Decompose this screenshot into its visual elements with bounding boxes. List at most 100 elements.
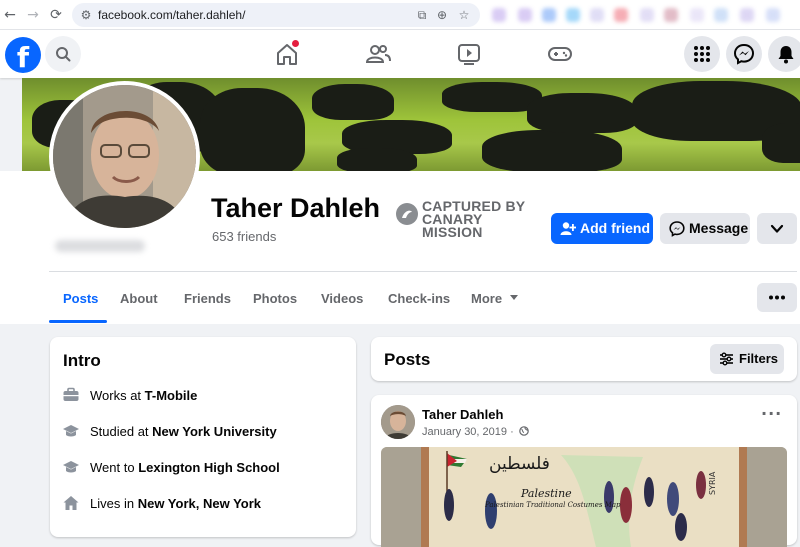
map-arabic-title: فلسطين [489,454,550,474]
graduation-cap-icon [63,425,79,437]
home-tab[interactable] [273,40,301,68]
facebook-top-nav: f [0,30,800,78]
zoom-icon[interactable]: ⊕ [434,7,450,23]
extension-icon[interactable] [740,8,754,22]
intro-college-link[interactable]: New York University [152,424,277,439]
extension-icon[interactable] [566,8,580,22]
map-english-title: Palestine [520,487,572,500]
canary-logo-icon [396,203,418,225]
graduation-cap-icon [63,461,79,473]
friends-tab[interactable] [364,40,392,68]
search-icon [56,47,71,62]
post-author-name[interactable]: Taher Dahleh [422,407,503,422]
intro-location-link[interactable]: New York, New York [138,496,261,511]
search-button[interactable] [45,36,81,72]
caret-down-icon [509,295,518,300]
tab-about[interactable]: About [120,291,158,306]
install-app-icon[interactable]: ⧉ [414,7,430,23]
tab-videos[interactable]: Videos [321,291,363,306]
profile-options-button[interactable] [757,283,797,312]
filters-button[interactable]: Filters [710,344,784,374]
gaming-tab[interactable] [546,40,574,68]
post-author-avatar[interactable] [381,405,415,439]
gamepad-icon [548,47,572,61]
post-date-text: January 30, 2019 · [422,426,514,438]
message-button[interactable]: Message [660,213,750,244]
bookmark-star-icon[interactable]: ☆ [456,7,472,23]
tab-friends[interactable]: Friends [184,291,231,306]
badge-line-2: CANARY MISSION [422,211,483,240]
profile-picture[interactable] [49,81,200,232]
profile-photo-image [53,85,196,228]
tab-posts[interactable]: Posts [63,291,98,306]
intro-highschool-link[interactable]: Lexington High School [138,460,280,475]
messenger-button[interactable] [726,36,762,72]
globe-icon [518,426,529,436]
intro-work-link[interactable]: T-Mobile [145,388,198,403]
extension-icon[interactable] [664,8,678,22]
post-image[interactable]: فلسطين Palestine Palestinian Traditional… [381,447,787,547]
map-syria-label: SYRIA [708,471,717,495]
add-friend-label: Add friend [580,220,650,236]
profile-name: Taher Dahleh [211,193,381,223]
url-text: facebook.com/taher.dahleh/ [98,8,246,22]
extension-icon[interactable] [492,8,506,22]
notifications-button[interactable] [768,36,800,72]
back-icon[interactable]: ← [2,7,18,23]
tab-photos[interactable]: Photos [253,291,297,306]
canary-mission-watermark: CAPTURED BY CANARY MISSION [394,199,544,239]
post-options-icon[interactable]: ··· [761,406,785,425]
posts-title: Posts [384,350,431,369]
extension-icon[interactable] [690,8,704,22]
extension-icon[interactable] [640,8,654,22]
extension-icon[interactable] [590,8,604,22]
messenger-icon [733,43,755,65]
intro-card: Intro Works at T-Mobile Studied at New Y… [50,337,356,537]
posts-header-card: Posts Filters [371,337,797,381]
post-timestamp[interactable]: January 30, 2019 · [422,425,529,438]
extension-icon[interactable] [542,8,556,22]
add-person-icon [560,222,576,235]
friends-icon [365,45,391,63]
extension-icon[interactable] [714,8,728,22]
active-tab-indicator [49,320,107,323]
intro-college-prefix: Studied at [90,424,153,439]
site-settings-icon[interactable]: ⚙ [78,7,94,23]
tab-more[interactable]: More [471,291,518,306]
reload-icon[interactable]: ⟳ [48,7,64,23]
browser-toolbar: ← → ⟳ ⚙ facebook.com/taher.dahleh/ ⧉ ⊕ ☆ [0,0,800,30]
briefcase-icon [63,387,79,401]
intro-location-prefix: Lives in [90,496,138,511]
address-bar[interactable]: ⚙ facebook.com/taher.dahleh/ ⧉ ⊕ ☆ [72,3,480,27]
menu-button[interactable] [684,36,720,72]
avatar-image [381,405,415,439]
intro-highschool-prefix: Went to [90,460,139,475]
notification-dot [292,40,299,47]
chevron-down-icon [770,224,784,233]
message-label: Message [689,220,749,236]
messenger-icon [669,221,685,237]
facebook-logo-icon[interactable]: f [5,37,41,73]
grid-menu-icon [694,46,710,62]
more-options-dropdown[interactable] [757,213,797,244]
add-friend-button[interactable]: Add friend [551,213,653,244]
tab-check-ins[interactable]: Check-ins [388,291,450,306]
header-divider [49,271,797,272]
watch-tab[interactable] [455,40,483,68]
map-subtitle: Palestinian Traditional Costumes Map [484,501,621,509]
blurred-friend-avatars [55,240,145,252]
more-horizontal-icon [769,295,785,300]
video-icon [458,44,480,65]
extension-icon[interactable] [518,8,532,22]
intro-work-prefix: Works at [90,388,145,403]
extension-icon[interactable] [766,8,780,22]
friends-count-link[interactable]: 653 friends [212,229,276,244]
forward-icon[interactable]: → [25,7,41,23]
palestine-costume-map-image: فلسطين Palestine Palestinian Traditional… [381,447,787,547]
filters-label: Filters [739,351,779,366]
bell-icon [778,46,794,64]
home-icon [63,496,79,510]
filter-sliders-icon [720,352,733,366]
extension-icon[interactable] [614,8,628,22]
tab-more-label: More [471,291,503,306]
